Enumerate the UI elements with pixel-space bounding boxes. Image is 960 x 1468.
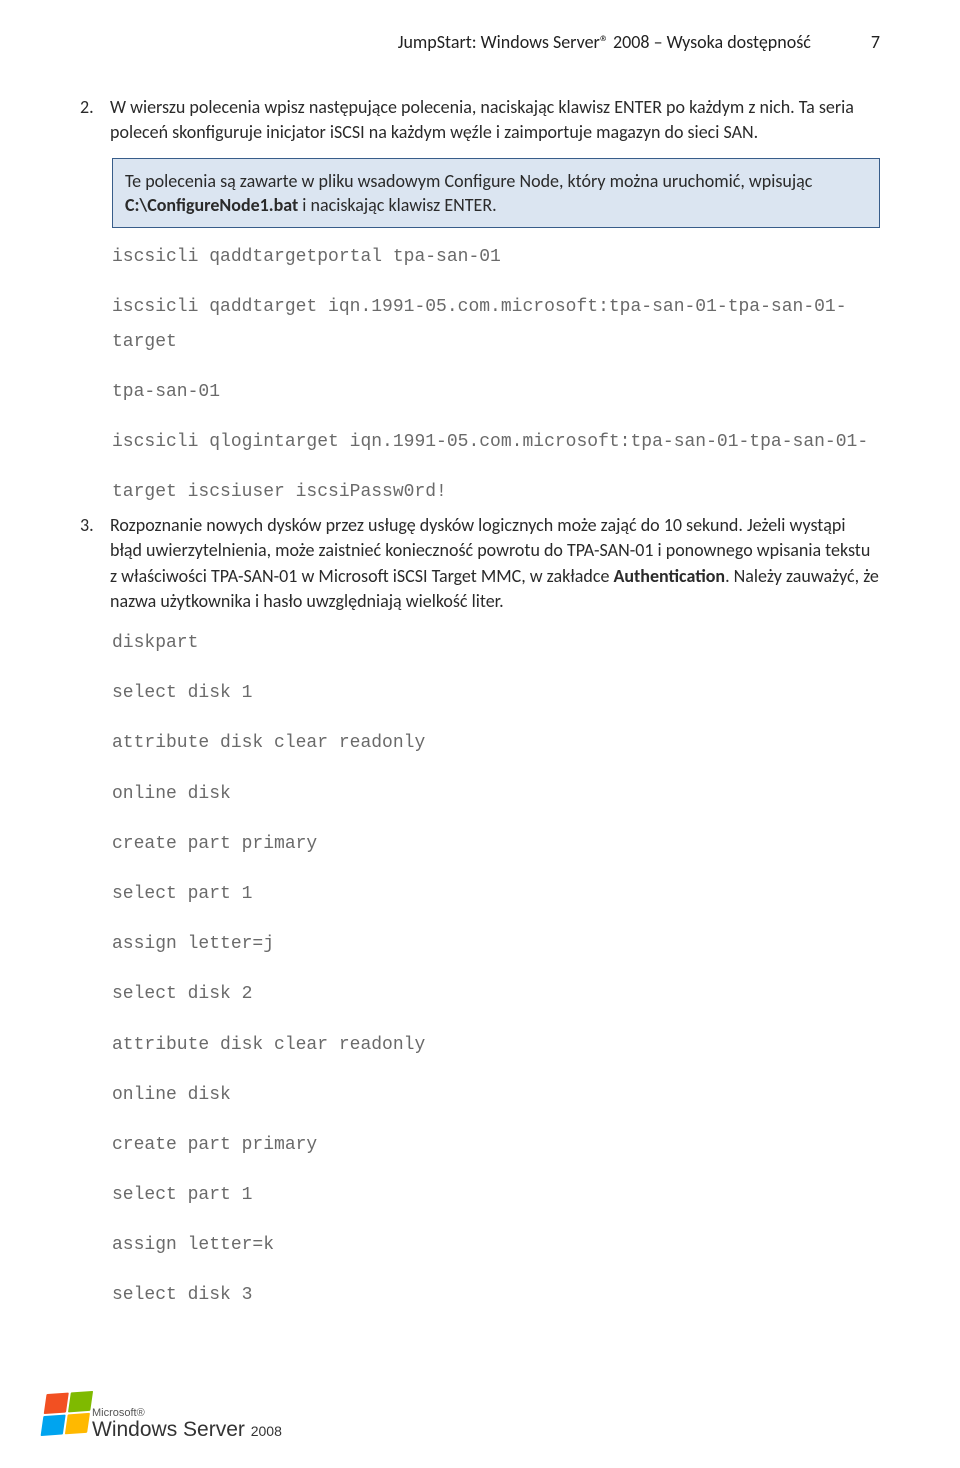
code-line: create part primary: [112, 1128, 880, 1162]
code-line: attribute disk clear readonly: [112, 1028, 880, 1062]
note-path: C:\ConfigureNode1.bat: [125, 194, 298, 216]
code-block-2: diskpart select disk 1 attribute disk clea…: [112, 626, 880, 1313]
code-line: select disk 2: [112, 977, 880, 1011]
page-number: 7: [871, 30, 880, 55]
code-line: iscsicli qlogintarget iqn.1991-05.com.mi…: [112, 425, 880, 459]
list-item-2: 2. W wierszu polecenia wpisz następujące…: [80, 95, 880, 145]
item-number: 2.: [80, 95, 104, 145]
code-line: iscsicli qaddtargetportal tpa-san-01: [112, 240, 880, 274]
code-line: create part primary: [112, 827, 880, 861]
code-line: assign letter=k: [112, 1228, 880, 1262]
item-number: 3.: [80, 513, 104, 614]
code-line: tpa-san-01: [112, 375, 880, 409]
page-header: JumpStart: Windows Server® 2008 – Wysoka…: [80, 30, 880, 55]
doc-title: JumpStart: Windows Server® 2008 – Wysoka…: [398, 30, 811, 55]
note-box: Te polecenia są zawarte w pliku wsadowym…: [112, 158, 880, 229]
list-item-3: 3. Rozpoznanie nowych dysków przez usług…: [80, 513, 880, 614]
item-paragraph-strong: Authentication: [613, 565, 725, 587]
code-line: select part 1: [112, 877, 880, 911]
code-line: select disk 3: [112, 1278, 880, 1312]
code-line: select disk 1: [112, 676, 880, 710]
code-line: assign letter=j: [112, 927, 880, 961]
note-text-post: i naciskając klawisz ENTER.: [298, 194, 496, 216]
code-line: attribute disk clear readonly: [112, 726, 880, 760]
code-line: online disk: [112, 777, 880, 811]
code-line: online disk: [112, 1078, 880, 1112]
note-text-pre: Te polecenia są zawarte w pliku wsadowym…: [125, 170, 812, 192]
windows-flag-icon: [41, 1391, 94, 1436]
logo-text: Microsoft® Windows Server 2008: [92, 1408, 282, 1440]
item-paragraph: Rozpoznanie nowych dysków przez usługę d…: [110, 513, 880, 614]
item-paragraph: W wierszu polecenia wpisz następujące po…: [110, 95, 880, 145]
code-line: target iscsiuser iscsiPassw0rd!: [112, 475, 880, 509]
code-line: diskpart: [112, 626, 880, 660]
code-line: iscsicli qaddtarget iqn.1991-05.com.micr…: [112, 290, 880, 358]
code-line: select part 1: [112, 1178, 880, 1212]
code-block-1: iscsicli qaddtargetportal tpa-san-01 iscs…: [112, 240, 880, 509]
windows-server-logo: Microsoft® Windows Server 2008: [40, 1398, 282, 1440]
logo-windows-server: Windows Server 2008: [92, 1419, 282, 1440]
